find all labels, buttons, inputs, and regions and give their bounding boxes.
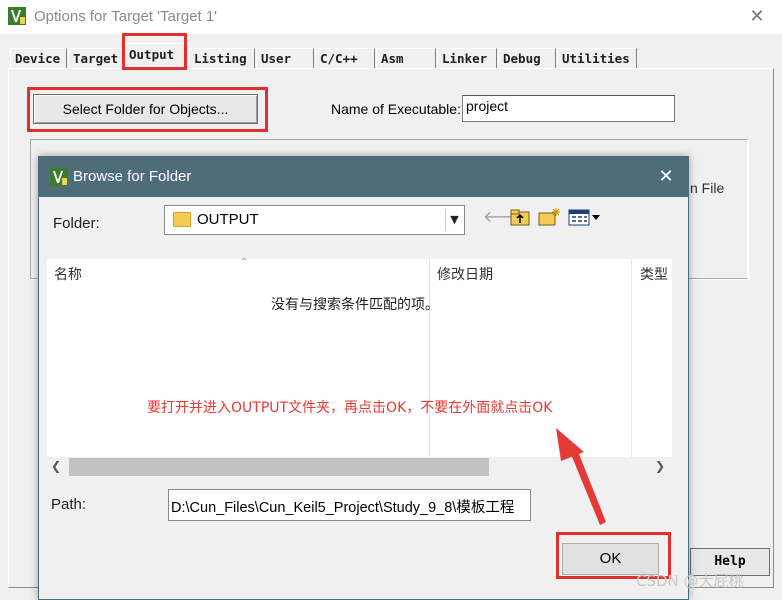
red-annotation-note: 要打开并进入OUTPUT文件夹，再点击OK，不要在外面就点击OK bbox=[147, 400, 553, 416]
empty-list-message: 没有与搜索条件匹配的项。 bbox=[271, 297, 439, 313]
keil-uvision-icon bbox=[50, 168, 68, 186]
keil-uvision-icon bbox=[8, 7, 26, 25]
browse-folder-dialog: Browse for Folder ✕ Folder: OUTPUT ▼ 🡐 ⌃… bbox=[38, 156, 689, 600]
chevron-down-icon[interactable]: ▼ bbox=[445, 209, 463, 231]
tab-linker[interactable]: Linker bbox=[437, 48, 497, 68]
dialog-titlebar: Browse for Folder ✕ bbox=[39, 157, 688, 197]
path-label: Path: bbox=[51, 496, 87, 513]
column-header-type[interactable]: 类型 bbox=[640, 264, 668, 284]
back-arrow-icon[interactable]: 🡐 bbox=[483, 207, 526, 227]
outer-close-icon[interactable]: ✕ bbox=[742, 4, 772, 30]
view-menu-icon[interactable] bbox=[567, 207, 603, 227]
folder-label: Folder: bbox=[53, 215, 100, 232]
scroll-left-icon[interactable]: ❮ bbox=[51, 459, 61, 473]
tab-utilities[interactable]: Utilities bbox=[557, 48, 637, 68]
scrollbar-thumb[interactable] bbox=[69, 458, 489, 476]
tab-debug[interactable]: Debug bbox=[498, 48, 556, 68]
up-folder-icon[interactable] bbox=[509, 207, 531, 227]
tab-asm[interactable]: Asm bbox=[376, 48, 436, 68]
select-folder-button[interactable]: Select Folder for Objects... bbox=[33, 94, 258, 124]
tab-user[interactable]: User bbox=[256, 48, 314, 68]
exe-name-label: Name of Executable: bbox=[331, 101, 461, 117]
tab-c-cpp[interactable]: C/C++ bbox=[315, 48, 375, 68]
dialog-close-icon[interactable]: ✕ bbox=[653, 165, 679, 189]
column-divider bbox=[631, 259, 632, 457]
folder-list-view[interactable]: ⌃ 名称 修改日期 类型 没有与搜索条件匹配的项。 要打开并进入OUTPUT文件… bbox=[47, 257, 672, 477]
csdn-watermark: CSDN @大屁桃 bbox=[636, 572, 744, 590]
outer-titlebar: Options for Target 'Target 1' ✕ bbox=[0, 0, 782, 34]
scroll-right-icon[interactable]: ❯ bbox=[655, 459, 665, 473]
column-header-name[interactable]: 名称 bbox=[54, 264, 82, 284]
horizontal-scrollbar[interactable]: ❮ ❯ bbox=[47, 457, 672, 477]
tab-device[interactable]: Device bbox=[10, 48, 67, 68]
tab-listing[interactable]: Listing bbox=[189, 48, 255, 68]
exe-name-input[interactable]: project bbox=[462, 95, 675, 122]
new-folder-icon[interactable] bbox=[537, 207, 561, 227]
folder-icon bbox=[173, 212, 191, 227]
outer-window-title: Options for Target 'Target 1' bbox=[34, 8, 218, 25]
tab-target[interactable]: Target bbox=[68, 48, 124, 68]
sort-caret-icon: ⌃ bbox=[240, 257, 249, 268]
dialog-title: Browse for Folder bbox=[73, 168, 192, 185]
folder-select[interactable]: OUTPUT ▼ bbox=[164, 205, 465, 235]
path-input[interactable]: D:\Cun_Files\Cun_Keil5_Project\Study_9_8… bbox=[168, 489, 531, 521]
column-divider bbox=[429, 259, 430, 457]
folder-select-value: OUTPUT bbox=[197, 211, 259, 228]
column-header-modified[interactable]: 修改日期 bbox=[437, 264, 493, 284]
group-option-label: n File bbox=[690, 180, 725, 196]
tab-output[interactable]: Output bbox=[124, 43, 187, 69]
